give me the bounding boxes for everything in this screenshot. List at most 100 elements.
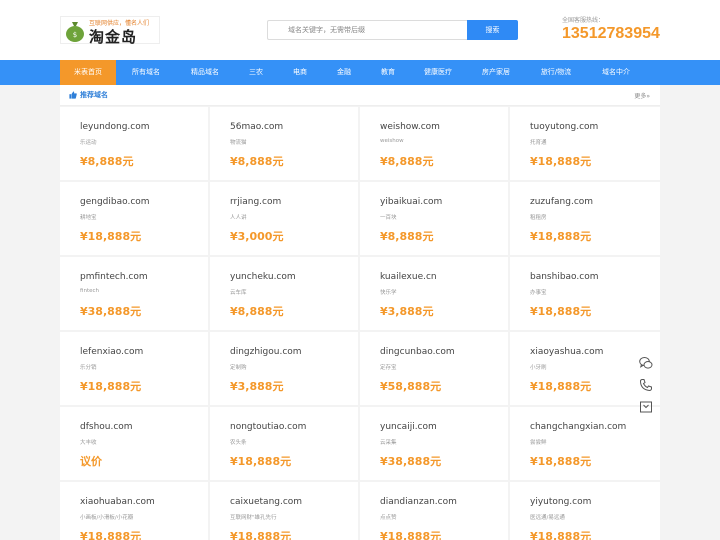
- domain-card[interactable]: 56mao.com 物流猫 ¥8,888元: [210, 107, 358, 180]
- domain-card[interactable]: pmfintech.com fintech ¥38,888元: [60, 257, 208, 330]
- domain-name[interactable]: yibaikuai.com: [380, 197, 442, 207]
- domain-card[interactable]: gengdibao.com 耕地宝 ¥18,888元: [60, 182, 208, 255]
- domain-price: ¥8,888元: [380, 230, 434, 243]
- chat-icon[interactable]: [639, 356, 653, 370]
- domain-name[interactable]: pmfintech.com: [80, 272, 148, 282]
- domain-name[interactable]: dingcunbao.com: [380, 347, 455, 357]
- domain-price: ¥18,888元: [380, 530, 442, 540]
- domain-name[interactable]: nongtoutiao.com: [230, 422, 306, 432]
- domain-name[interactable]: lefenxiao.com: [80, 347, 143, 357]
- domain-card[interactable]: xiaoyashua.com 小牙刷 ¥18,888元: [510, 332, 660, 405]
- domain-desc: 医远通/易远通: [530, 515, 565, 521]
- domain-card[interactable]: dfshou.com 大丰收 议价: [60, 407, 208, 480]
- domain-desc: fintech: [80, 288, 100, 294]
- domain-name[interactable]: dfshou.com: [80, 422, 133, 432]
- domain-price: ¥8,888元: [380, 155, 434, 168]
- domain-card[interactable]: changchangxian.com 尝尝鲜 ¥18,888元: [510, 407, 660, 480]
- domain-card[interactable]: banshibao.com 办事宝 ¥18,888元: [510, 257, 660, 330]
- domain-desc: weishow: [380, 138, 404, 144]
- domain-card[interactable]: zuzufang.com 租租房 ¥18,888元: [510, 182, 660, 255]
- search-input[interactable]: [267, 20, 468, 40]
- site-logo[interactable]: $ 互联网供应，懂名人们 淘金岛: [60, 16, 160, 46]
- domain-desc: 小画板/小滑板/小花瓣: [80, 515, 134, 521]
- domain-price: ¥38,888元: [80, 305, 142, 318]
- domain-card[interactable]: yuncheku.com 云车库 ¥8,888元: [210, 257, 358, 330]
- phone-icon[interactable]: [639, 378, 653, 392]
- domain-card[interactable]: yuncaiji.com 云采集 ¥38,888元: [360, 407, 508, 480]
- domain-card[interactable]: lefenxiao.com 乐分销 ¥18,888元: [60, 332, 208, 405]
- domain-card[interactable]: dingzhigou.com 定制购 ¥3,888元: [210, 332, 358, 405]
- domain-name[interactable]: kuailexue.cn: [380, 272, 437, 282]
- nav-item-home[interactable]: 米表首页: [60, 60, 116, 85]
- domain-desc: 小牙刷: [530, 365, 547, 371]
- site-header: $ 互联网供应，懂名人们 淘金岛 搜索 全国客服热线： 13512783954: [0, 0, 720, 60]
- search-box: 搜索: [267, 20, 518, 40]
- domain-name[interactable]: xiaoyashua.com: [530, 347, 603, 357]
- domain-name[interactable]: xiaohuaban.com: [80, 497, 155, 507]
- section-title: 推荐域名: [80, 91, 108, 99]
- domain-desc: 大丰收: [80, 440, 97, 446]
- domain-price: ¥18,888元: [80, 230, 142, 243]
- more-link[interactable]: 更多»: [634, 91, 650, 100]
- nav-item-finance[interactable]: 金融: [322, 60, 366, 85]
- domain-price: ¥3,000元: [230, 230, 284, 243]
- domain-desc: 云车库: [230, 290, 247, 296]
- domain-desc: 乐运动: [80, 140, 97, 146]
- domain-price: ¥18,888元: [530, 155, 592, 168]
- domain-price: ¥18,888元: [80, 380, 142, 393]
- nav-item-health[interactable]: 健康医疗: [410, 60, 466, 85]
- nav-item-realestate[interactable]: 房产家居: [466, 60, 526, 85]
- domain-name[interactable]: caixuetang.com: [230, 497, 302, 507]
- domain-name[interactable]: zuzufang.com: [530, 197, 593, 207]
- domain-price: ¥8,888元: [230, 305, 284, 318]
- domain-card[interactable]: xiaohuaban.com 小画板/小滑板/小花瓣 ¥18,888元: [60, 482, 208, 540]
- domain-name[interactable]: diandianzan.com: [380, 497, 457, 507]
- domain-price: ¥18,888元: [530, 305, 592, 318]
- domain-card[interactable]: caixuetang.com 互联网财"雄孔先行 ¥18,888元: [210, 482, 358, 540]
- domain-card[interactable]: dingcunbao.com 定存宝 ¥58,888元: [360, 332, 508, 405]
- domain-desc: 点点赞: [380, 515, 397, 521]
- domain-name[interactable]: yuncaiji.com: [380, 422, 437, 432]
- domain-name[interactable]: 56mao.com: [230, 122, 283, 132]
- thumbs-up-icon: [69, 91, 77, 99]
- nav-item-premium[interactable]: 精品域名: [176, 60, 234, 85]
- nav-item-agriculture[interactable]: 三农: [234, 60, 278, 85]
- money-bag-icon: $: [66, 22, 84, 42]
- domain-name[interactable]: rrjiang.com: [230, 197, 281, 207]
- domain-price: ¥18,888元: [230, 455, 292, 468]
- message-icon[interactable]: [639, 400, 653, 414]
- domain-price: ¥18,888元: [530, 380, 592, 393]
- domain-card[interactable]: yibaikuai.com 一百块 ¥8,888元: [360, 182, 508, 255]
- nav-item-education[interactable]: 教育: [366, 60, 410, 85]
- nav-item-all-domains[interactable]: 所有域名: [116, 60, 176, 85]
- search-button[interactable]: 搜索: [467, 20, 518, 40]
- domain-card[interactable]: yiyutong.com 医远通/易远通 ¥18,888元: [510, 482, 660, 540]
- domain-card[interactable]: kuailexue.cn 快乐学 ¥3,888元: [360, 257, 508, 330]
- domain-price: ¥18,888元: [530, 455, 592, 468]
- domain-name[interactable]: tuoyutong.com: [530, 122, 598, 132]
- domain-name[interactable]: dingzhigou.com: [230, 347, 302, 357]
- domain-card[interactable]: weishow.com weishow ¥8,888元: [360, 107, 508, 180]
- domain-desc: 互联网财"雄孔先行: [230, 515, 277, 521]
- domain-price: ¥18,888元: [230, 530, 292, 540]
- domain-price: ¥3,888元: [380, 305, 434, 318]
- domain-desc: 办事宝: [530, 290, 547, 296]
- domain-card[interactable]: nongtoutiao.com 农头条 ¥18,888元: [210, 407, 358, 480]
- logo-text: 淘金岛: [89, 28, 138, 46]
- domain-card[interactable]: tuoyutong.com 托育通 ¥18,888元: [510, 107, 660, 180]
- nav-item-broker[interactable]: 域名中介: [586, 60, 646, 85]
- domain-card[interactable]: diandianzan.com 点点赞 ¥18,888元: [360, 482, 508, 540]
- hotline-number: 13512783954: [562, 25, 660, 42]
- domain-name[interactable]: yuncheku.com: [230, 272, 296, 282]
- domain-card[interactable]: leyundong.com 乐运动 ¥8,888元: [60, 107, 208, 180]
- nav-item-ecommerce[interactable]: 电商: [278, 60, 322, 85]
- domain-name[interactable]: leyundong.com: [80, 122, 150, 132]
- domain-name[interactable]: weishow.com: [380, 122, 440, 132]
- domain-name[interactable]: changchangxian.com: [530, 422, 626, 432]
- domain-name[interactable]: gengdibao.com: [80, 197, 150, 207]
- domain-name[interactable]: banshibao.com: [530, 272, 598, 282]
- domain-card[interactable]: rrjiang.com 人人讲 ¥3,000元: [210, 182, 358, 255]
- domain-desc: 物流猫: [230, 140, 247, 146]
- nav-item-travel[interactable]: 旅行/物流: [526, 60, 586, 85]
- domain-name[interactable]: yiyutong.com: [530, 497, 591, 507]
